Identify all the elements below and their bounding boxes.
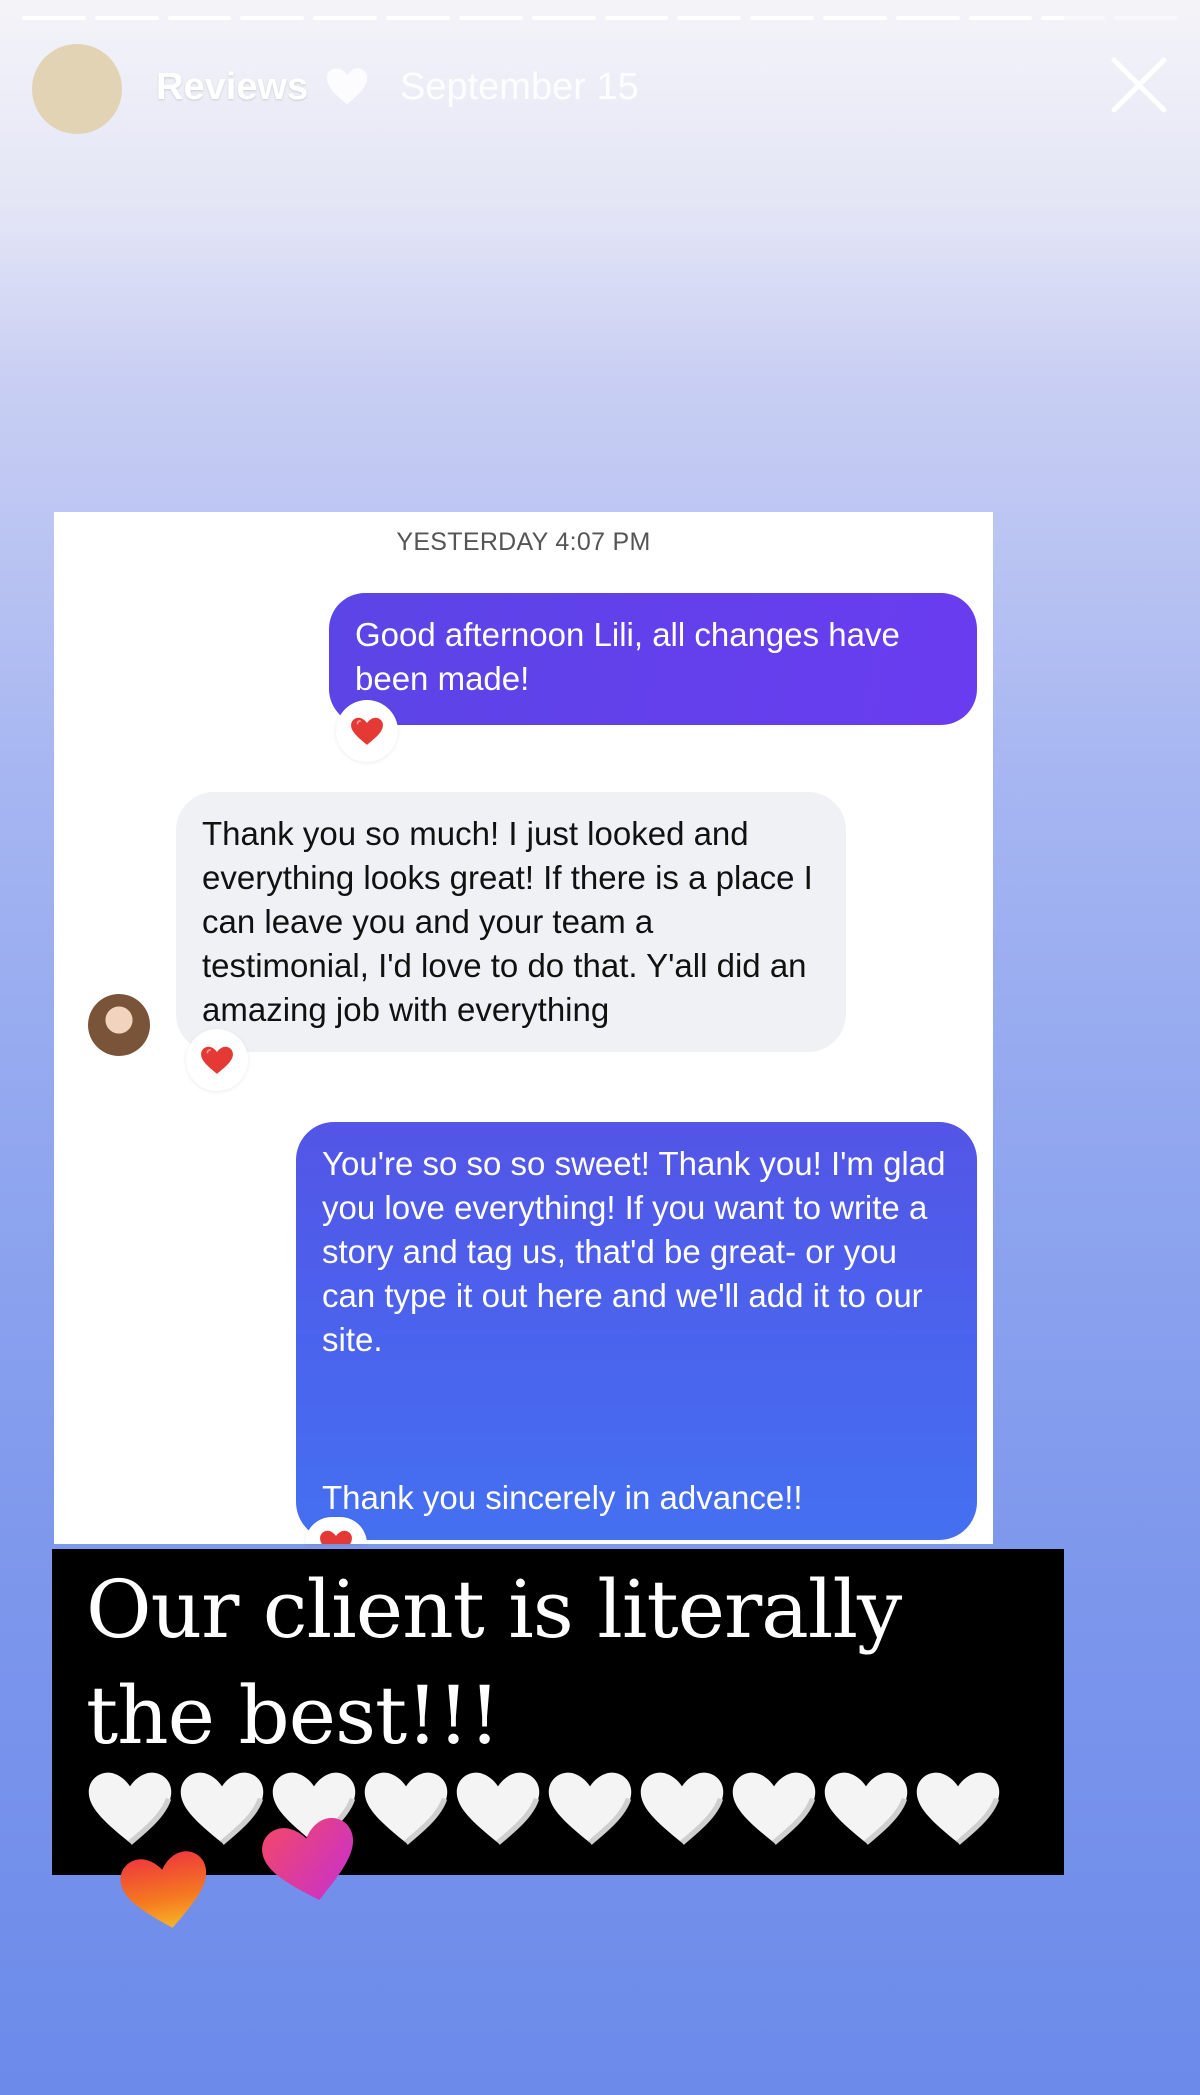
gradient-heart-icon [262,1818,354,1900]
message-reaction [186,1029,248,1091]
sent-message-bubble: You're so so so sweet! Thank you! I'm gl… [296,1122,977,1540]
progress-segment [1041,16,1106,20]
message-text-followup: Thank you sincerely in advance!! [322,1479,803,1516]
gradient-heart-icon [120,1851,207,1928]
progress-segment [895,16,960,20]
sent-message-bubble: Good afternoon Lili, all changes have be… [329,593,977,725]
white-heart-icon [824,1772,908,1845]
red-heart-icon [201,1046,233,1074]
white-heart-icon [456,1772,540,1845]
story-caption: Our client is literally the best!!! [52,1549,1064,1875]
progress-segment [822,16,887,20]
progress-segment [22,16,86,20]
white-heart-icon [732,1772,816,1845]
white-heart-icon [916,1772,1000,1845]
message-reaction [336,700,398,762]
white-heart-icon [640,1772,724,1845]
progress-segment [968,16,1033,20]
message-text: Thank you so much! I just looked and eve… [202,815,813,1028]
close-icon[interactable] [1106,52,1172,118]
white-heart-icon [364,1772,448,1845]
story-header: Reviews September 15 [32,42,1172,134]
progress-segment [386,16,450,20]
white-heart-icon [326,68,368,105]
chat-screenshot: YESTERDAY 4:07 PM Good afternoon Lili, a… [54,512,993,1544]
red-heart-icon [320,1530,352,1544]
progress-segment [240,16,305,20]
profile-avatar[interactable] [32,44,122,134]
progress-segment [604,16,669,20]
white-heart-icon [548,1772,632,1845]
received-message-bubble: Thank you so much! I just looked and eve… [176,792,846,1052]
story-date: September 15 [400,66,639,108]
progress-segment [750,16,814,20]
progress-segment [94,16,159,20]
progress-segment [531,16,596,20]
white-heart-icon [88,1772,172,1845]
chat-timestamp: YESTERDAY 4:07 PM [396,528,651,556]
message-text: You're so so so sweet! Thank you! I'm gl… [322,1145,946,1358]
red-heart-icon [351,717,383,745]
progress-segment [1114,16,1178,20]
message-text: Good afternoon Lili, all changes have be… [355,616,900,697]
contact-avatar[interactable] [88,994,150,1056]
hearts-row [86,1763,1002,1851]
caption-text: Our client is literally the best!!! [86,1563,902,1762]
progress-segment [677,16,742,20]
progress-segment [313,16,378,20]
story-progress-bar [22,16,1178,21]
progress-segment [167,16,232,20]
story-highlight-title[interactable]: Reviews [156,66,308,109]
progress-segment [458,16,523,20]
white-heart-icon [180,1772,264,1845]
